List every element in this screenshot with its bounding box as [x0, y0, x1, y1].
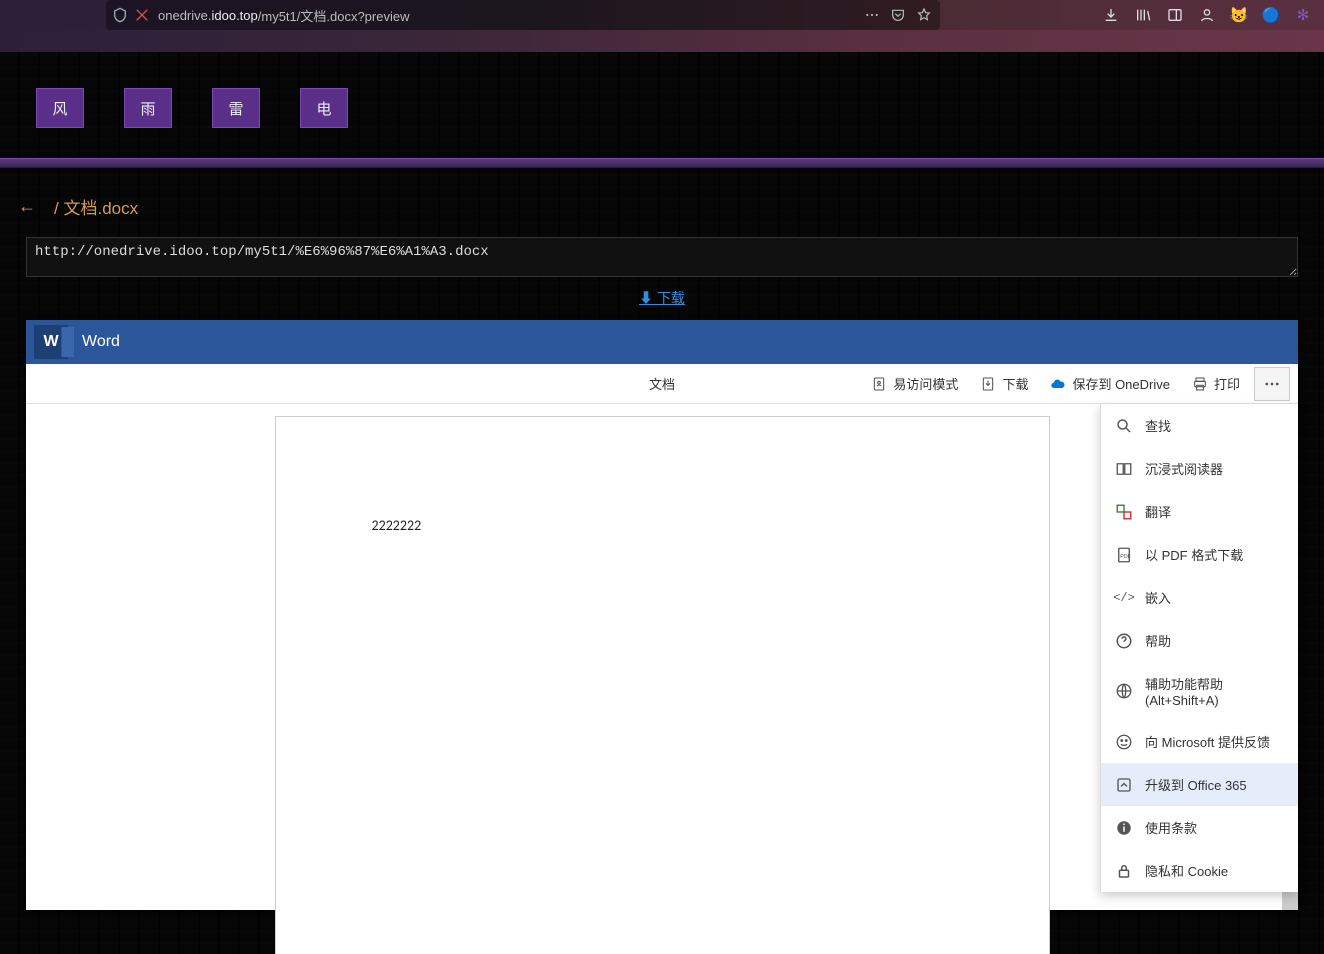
- menu-a11y-label: 辅助功能帮助(Alt+Shift+A): [1145, 674, 1284, 708]
- menu-help-label: 帮助: [1145, 631, 1171, 650]
- extension-icon-2[interactable]: 🔵: [1262, 6, 1280, 24]
- url-host: idoo.top: [211, 8, 257, 23]
- menu-find[interactable]: 查找: [1101, 404, 1298, 447]
- lock-icon: [1115, 862, 1133, 880]
- smiley-icon: [1115, 733, 1133, 751]
- bookmark-btn-2[interactable]: 雨: [124, 88, 172, 128]
- page-actions-icon[interactable]: [864, 7, 880, 23]
- downloads-icon[interactable]: [1102, 6, 1120, 24]
- account-icon[interactable]: [1198, 6, 1216, 24]
- save-onedrive-label: 保存到 OneDrive: [1072, 374, 1170, 393]
- book-icon: [1115, 460, 1133, 478]
- menu-help[interactable]: 帮助: [1101, 619, 1298, 662]
- extension-icon-3[interactable]: ✻: [1294, 6, 1312, 24]
- menu-download-pdf[interactable]: PDF 以 PDF 格式下载: [1101, 533, 1298, 576]
- menu-privacy[interactable]: 隐私和 Cookie: [1101, 849, 1298, 892]
- back-arrow-icon[interactable]: ←: [18, 196, 36, 217]
- document-title: 文档: [649, 374, 675, 393]
- menu-accessibility-help[interactable]: 辅助功能帮助(Alt+Shift+A): [1101, 662, 1298, 720]
- save-onedrive-button[interactable]: 保存到 OneDrive: [1042, 368, 1178, 399]
- site-identity-icon: [134, 7, 150, 23]
- breadcrumb: ← / 文档.docx: [0, 168, 1324, 237]
- bookmark-btn-1[interactable]: 风: [36, 88, 84, 128]
- menu-translate[interactable]: 翻译: [1101, 490, 1298, 533]
- breadcrumb-filename: 文档.docx: [63, 199, 138, 218]
- menu-terms[interactable]: 使用条款: [1101, 806, 1298, 849]
- word-viewer: W Word 文档 易访问模式 下载 保存到 OneDrive 打印: [26, 320, 1298, 910]
- accessibility-mode-button[interactable]: 易访问模式: [863, 368, 966, 399]
- section-divider: [0, 158, 1324, 168]
- upgrade-icon: [1115, 776, 1133, 794]
- globe-icon: [1115, 682, 1133, 700]
- bookmark-btn-3[interactable]: 雷: [212, 88, 260, 128]
- download-link-row: 下载: [0, 282, 1324, 320]
- embed-icon: </>: [1115, 589, 1133, 607]
- url-path: /my5t1/文档.docx?preview: [258, 6, 410, 25]
- pdf-icon: PDF: [1115, 546, 1133, 564]
- translate-icon: [1115, 503, 1133, 521]
- breadcrumb-sep: /: [54, 199, 59, 218]
- onedrive-cloud-icon: [1050, 376, 1066, 392]
- bookmark-btn-4[interactable]: 电: [300, 88, 348, 128]
- menu-immersive-label: 沉浸式阅读器: [1145, 459, 1223, 478]
- menu-translate-label: 翻译: [1145, 502, 1171, 521]
- download-icon: [980, 376, 996, 392]
- menu-find-label: 查找: [1145, 416, 1171, 435]
- print-icon: [1192, 376, 1208, 392]
- share-url-wrap: [0, 237, 1324, 282]
- info-icon: [1115, 819, 1133, 837]
- menu-upgrade-office365[interactable]: 升级到 Office 365: [1101, 763, 1298, 806]
- accessibility-icon: [871, 376, 887, 392]
- sidebar-icon[interactable]: [1166, 6, 1184, 24]
- print-button[interactable]: 打印: [1184, 368, 1248, 399]
- menu-privacy-label: 隐私和 Cookie: [1145, 861, 1228, 880]
- print-label: 打印: [1214, 374, 1240, 393]
- word-app-name: Word: [82, 333, 120, 351]
- search-icon: [1115, 417, 1133, 435]
- url-prefix: onedrive.: [158, 8, 211, 23]
- download-label: 下载: [1002, 374, 1028, 393]
- word-title-bar: W Word: [26, 320, 1298, 364]
- download-button[interactable]: 下载: [972, 368, 1036, 399]
- menu-immersive-reader[interactable]: 沉浸式阅读器: [1101, 447, 1298, 490]
- menu-upgrade-label: 升级到 Office 365: [1145, 775, 1247, 794]
- window-gradient-strip: [0, 30, 1324, 52]
- help-icon: [1115, 632, 1133, 650]
- more-menu-button[interactable]: [1254, 367, 1290, 401]
- browser-toolbar: onedrive.idoo.top/my5t1/文档.docx?preview …: [0, 0, 1324, 30]
- accessibility-label: 易访问模式: [893, 374, 958, 393]
- more-menu-dropdown: 查找 沉浸式阅读器 翻译 PDF 以 PDF 格式下载 </> 嵌入 帮助 辅助…: [1100, 404, 1298, 892]
- word-toolbar: 文档 易访问模式 下载 保存到 OneDrive 打印: [26, 364, 1298, 404]
- menu-feedback-label: 向 Microsoft 提供反馈: [1145, 732, 1270, 751]
- share-url-textarea[interactable]: [26, 237, 1298, 277]
- menu-terms-label: 使用条款: [1145, 818, 1197, 837]
- menu-pdf-label: 以 PDF 格式下载: [1145, 545, 1243, 564]
- ellipsis-icon: [1263, 375, 1281, 393]
- tracking-shield-icon: [112, 7, 128, 23]
- svg-text:PDF: PDF: [1120, 554, 1131, 560]
- download-link[interactable]: 下载: [639, 290, 685, 306]
- word-logo-icon: W: [34, 325, 68, 359]
- menu-embed[interactable]: </> 嵌入: [1101, 576, 1298, 619]
- menu-feedback[interactable]: 向 Microsoft 提供反馈: [1101, 720, 1298, 763]
- document-body-text: 2222222: [372, 517, 422, 534]
- browser-right-icons: 😺 🔵 ✻: [1102, 0, 1316, 30]
- document-page: 2222222: [275, 416, 1050, 954]
- address-bar[interactable]: onedrive.idoo.top/my5t1/文档.docx?preview: [106, 0, 940, 30]
- library-icon[interactable]: [1134, 6, 1152, 24]
- pocket-icon[interactable]: [890, 7, 906, 23]
- url-actions: [864, 7, 932, 23]
- bookmark-star-icon[interactable]: [916, 7, 932, 23]
- bookmark-buttons-row: 风 雨 雷 电: [0, 52, 1324, 158]
- extension-icon-1[interactable]: 😺: [1230, 6, 1248, 24]
- menu-embed-label: 嵌入: [1145, 588, 1171, 607]
